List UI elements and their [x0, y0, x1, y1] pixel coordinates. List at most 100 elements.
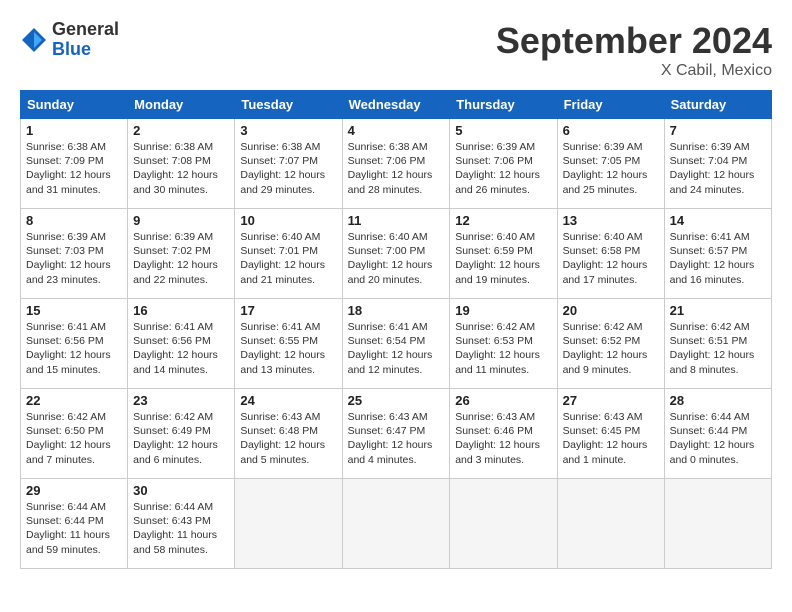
page-header: General Blue September 2024 X Cabil, Mex… [20, 20, 772, 80]
day-info: Sunrise: 6:41 AMSunset: 6:56 PMDaylight:… [26, 320, 122, 377]
day-info: Sunrise: 6:44 AMSunset: 6:44 PMDaylight:… [670, 410, 766, 467]
col-saturday: Saturday [664, 91, 771, 119]
day-info: Sunrise: 6:40 AMSunset: 7:00 PMDaylight:… [348, 230, 445, 287]
day-info: Sunrise: 6:39 AMSunset: 7:02 PMDaylight:… [133, 230, 229, 287]
day-cell-1-3: 11 Sunrise: 6:40 AMSunset: 7:00 PMDayligh… [342, 209, 450, 299]
location: X Cabil, Mexico [496, 62, 772, 80]
day-number: 23 [133, 393, 229, 408]
month-title: September 2024 [496, 20, 772, 62]
day-cell-0-2: 3 Sunrise: 6:38 AMSunset: 7:07 PMDaylight… [235, 119, 342, 209]
day-number: 11 [348, 213, 445, 228]
col-thursday: Thursday [450, 91, 557, 119]
day-number: 9 [133, 213, 229, 228]
day-number: 3 [240, 123, 336, 138]
day-number: 28 [670, 393, 766, 408]
day-number: 17 [240, 303, 336, 318]
day-info: Sunrise: 6:40 AMSunset: 6:58 PMDaylight:… [563, 230, 659, 287]
day-info: Sunrise: 6:43 AMSunset: 6:46 PMDaylight:… [455, 410, 551, 467]
day-info: Sunrise: 6:44 AMSunset: 6:44 PMDaylight:… [26, 500, 122, 557]
week-row-5: 29Sunrise: 6:44 AMSunset: 6:44 PMDayligh… [21, 479, 772, 569]
day-cell-2-0: 15 Sunrise: 6:41 AMSunset: 6:56 PMDayligh… [21, 299, 128, 389]
day-number: 1 [26, 123, 122, 138]
day-cell-4-3 [342, 479, 450, 569]
day-number: 4 [348, 123, 445, 138]
day-number: 21 [670, 303, 766, 318]
day-info: Sunrise: 6:41 AMSunset: 6:54 PMDaylight:… [348, 320, 445, 377]
day-cell-1-2: 10Sunrise: 6:40 AMSunset: 7:01 PMDayligh… [235, 209, 342, 299]
day-number: 22 [26, 393, 122, 408]
day-info: Sunrise: 6:43 AMSunset: 6:45 PMDaylight:… [563, 410, 659, 467]
day-number: 14 [670, 213, 766, 228]
day-info: Sunrise: 6:44 AMSunset: 6:43 PMDaylight:… [133, 500, 229, 557]
day-number: 30 [133, 483, 229, 498]
day-info: Sunrise: 6:41 AMSunset: 6:55 PMDaylight:… [240, 320, 336, 377]
day-info: Sunrise: 6:42 AMSunset: 6:49 PMDaylight:… [133, 410, 229, 467]
day-cell-3-4: 26 Sunrise: 6:43 AMSunset: 6:46 PMDayligh… [450, 389, 557, 479]
day-cell-0-5: 6 Sunrise: 6:39 AMSunset: 7:05 PMDaylight… [557, 119, 664, 209]
day-cell-3-6: 28 Sunrise: 6:44 AMSunset: 6:44 PMDayligh… [664, 389, 771, 479]
week-row-2: 8 Sunrise: 6:39 AMSunset: 7:03 PMDaylight… [21, 209, 772, 299]
day-cell-1-5: 13 Sunrise: 6:40 AMSunset: 6:58 PMDayligh… [557, 209, 664, 299]
col-tuesday: Tuesday [235, 91, 342, 119]
day-info: Sunrise: 6:42 AMSunset: 6:50 PMDaylight:… [26, 410, 122, 467]
day-cell-2-1: 16 Sunrise: 6:41 AMSunset: 6:56 PMDayligh… [128, 299, 235, 389]
day-cell-0-0: 1 Sunrise: 6:38 AMSunset: 7:09 PMDaylight… [21, 119, 128, 209]
day-number: 26 [455, 393, 551, 408]
day-info: Sunrise: 6:38 AMSunset: 7:06 PMDaylight:… [348, 140, 445, 197]
day-cell-0-3: 4 Sunrise: 6:38 AMSunset: 7:06 PMDaylight… [342, 119, 450, 209]
day-number: 24 [240, 393, 336, 408]
day-cell-2-5: 20Sunrise: 6:42 AMSunset: 6:52 PMDayligh… [557, 299, 664, 389]
day-cell-4-0: 29Sunrise: 6:44 AMSunset: 6:44 PMDayligh… [21, 479, 128, 569]
day-number: 8 [26, 213, 122, 228]
day-cell-2-6: 21 Sunrise: 6:42 AMSunset: 6:51 PMDayligh… [664, 299, 771, 389]
day-info: Sunrise: 6:39 AMSunset: 7:03 PMDaylight:… [26, 230, 122, 287]
day-cell-2-4: 19 Sunrise: 6:42 AMSunset: 6:53 PMDayligh… [450, 299, 557, 389]
day-cell-4-4 [450, 479, 557, 569]
day-cell-1-4: 12 Sunrise: 6:40 AMSunset: 6:59 PMDayligh… [450, 209, 557, 299]
col-friday: Friday [557, 91, 664, 119]
day-cell-4-6 [664, 479, 771, 569]
day-number: 12 [455, 213, 551, 228]
day-info: Sunrise: 6:38 AMSunset: 7:09 PMDaylight:… [26, 140, 122, 197]
week-row-1: 1 Sunrise: 6:38 AMSunset: 7:09 PMDaylight… [21, 119, 772, 209]
day-number: 16 [133, 303, 229, 318]
day-number: 13 [563, 213, 659, 228]
day-cell-2-2: 17 Sunrise: 6:41 AMSunset: 6:55 PMDayligh… [235, 299, 342, 389]
day-info: Sunrise: 6:43 AMSunset: 6:47 PMDaylight:… [348, 410, 445, 467]
day-info: Sunrise: 6:41 AMSunset: 6:56 PMDaylight:… [133, 320, 229, 377]
day-number: 19 [455, 303, 551, 318]
day-cell-3-2: 24Sunrise: 6:43 AMSunset: 6:48 PMDayligh… [235, 389, 342, 479]
col-sunday: Sunday [21, 91, 128, 119]
day-info: Sunrise: 6:39 AMSunset: 7:04 PMDaylight:… [670, 140, 766, 197]
day-info: Sunrise: 6:38 AMSunset: 7:07 PMDaylight:… [240, 140, 336, 197]
day-cell-3-0: 22 Sunrise: 6:42 AMSunset: 6:50 PMDayligh… [21, 389, 128, 479]
day-cell-1-6: 14Sunrise: 6:41 AMSunset: 6:57 PMDayligh… [664, 209, 771, 299]
day-number: 15 [26, 303, 122, 318]
week-row-3: 15 Sunrise: 6:41 AMSunset: 6:56 PMDayligh… [21, 299, 772, 389]
day-number: 18 [348, 303, 445, 318]
day-cell-3-5: 27 Sunrise: 6:43 AMSunset: 6:45 PMDayligh… [557, 389, 664, 479]
day-info: Sunrise: 6:39 AMSunset: 7:06 PMDaylight:… [455, 140, 551, 197]
logo-text: General Blue [52, 20, 119, 60]
day-info: Sunrise: 6:38 AMSunset: 7:08 PMDaylight:… [133, 140, 229, 197]
day-number: 27 [563, 393, 659, 408]
day-number: 10 [240, 213, 336, 228]
day-number: 6 [563, 123, 659, 138]
day-info: Sunrise: 6:42 AMSunset: 6:51 PMDaylight:… [670, 320, 766, 377]
logo-blue: Blue [52, 40, 119, 60]
logo-general: General [52, 20, 119, 40]
day-cell-0-1: 2Sunrise: 6:38 AMSunset: 7:08 PMDaylight… [128, 119, 235, 209]
day-cell-0-6: 7Sunrise: 6:39 AMSunset: 7:04 PMDaylight… [664, 119, 771, 209]
day-cell-3-3: 25 Sunrise: 6:43 AMSunset: 6:47 PMDayligh… [342, 389, 450, 479]
col-monday: Monday [128, 91, 235, 119]
week-row-4: 22 Sunrise: 6:42 AMSunset: 6:50 PMDayligh… [21, 389, 772, 479]
day-info: Sunrise: 6:42 AMSunset: 6:53 PMDaylight:… [455, 320, 551, 377]
day-info: Sunrise: 6:42 AMSunset: 6:52 PMDaylight:… [563, 320, 659, 377]
day-info: Sunrise: 6:40 AMSunset: 6:59 PMDaylight:… [455, 230, 551, 287]
day-info: Sunrise: 6:39 AMSunset: 7:05 PMDaylight:… [563, 140, 659, 197]
day-cell-1-0: 8 Sunrise: 6:39 AMSunset: 7:03 PMDaylight… [21, 209, 128, 299]
day-number: 25 [348, 393, 445, 408]
day-cell-2-3: 18 Sunrise: 6:41 AMSunset: 6:54 PMDayligh… [342, 299, 450, 389]
title-block: September 2024 X Cabil, Mexico [496, 20, 772, 80]
logo: General Blue [20, 20, 119, 60]
